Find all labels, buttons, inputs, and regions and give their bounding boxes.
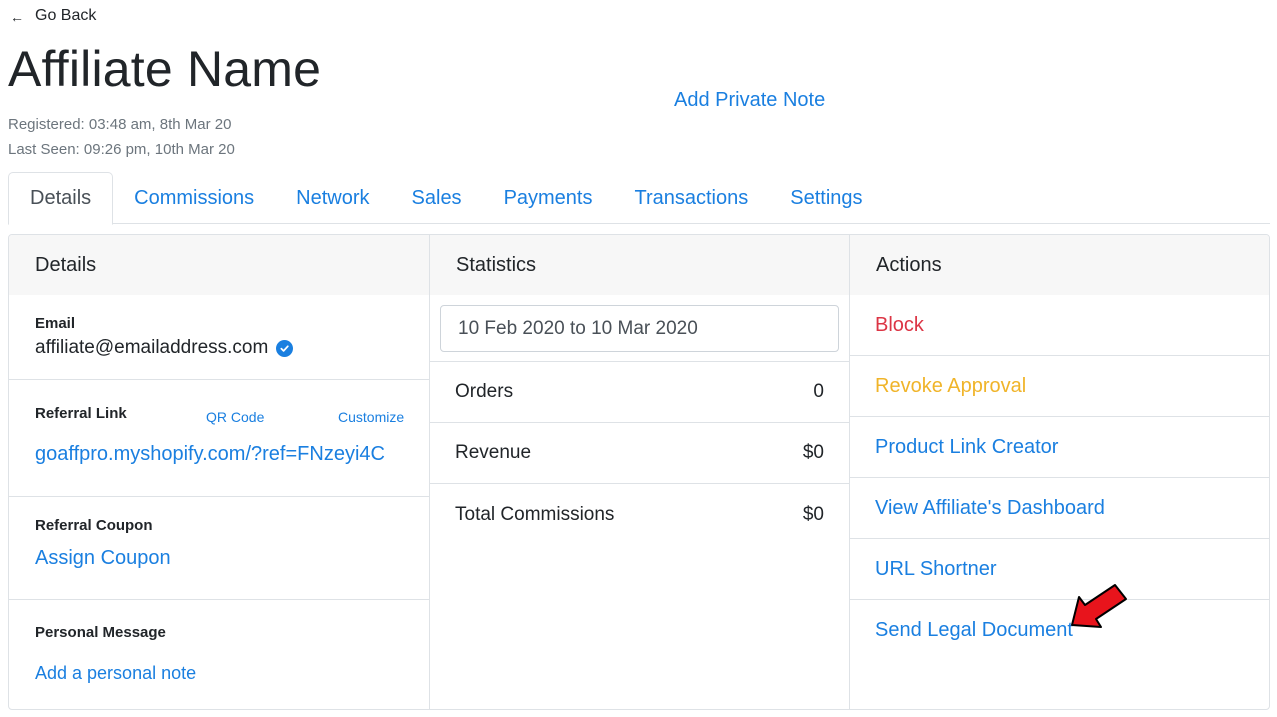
referral-link[interactable]: goaffpro.myshopify.com/?ref=FNzeyi4C	[35, 443, 429, 466]
tab-bar: Details Commissions Network Sales Paymen…	[8, 172, 1270, 225]
revoke-approval-action[interactable]: Revoke Approval	[850, 356, 1269, 417]
email-label: Email	[35, 315, 76, 332]
send-legal-document-action[interactable]: Send Legal Document	[850, 600, 1269, 661]
actions-panel-header: Actions	[850, 235, 1269, 295]
product-link-creator-action[interactable]: Product Link Creator	[850, 417, 1269, 478]
check-circle-icon	[276, 339, 294, 357]
stat-row-total-commissions: Total Commissions $0	[430, 484, 849, 545]
view-affiliate-dashboard-action[interactable]: View Affiliate's Dashboard	[850, 478, 1269, 539]
stat-label: Total Commissions	[455, 503, 615, 525]
registered-date: Registered: 03:48 am, 8th Mar 20	[8, 116, 232, 133]
last-seen-date: Last Seen: 09:26 pm, 10th Mar 20	[8, 141, 235, 158]
details-panel: Details Email affiliate@emailaddress.com…	[9, 235, 430, 709]
date-range-picker[interactable]: 10 Feb 2020 to 10 Mar 2020	[440, 305, 839, 352]
url-shortner-action[interactable]: URL Shortner	[850, 539, 1269, 600]
stat-label: Orders	[455, 381, 514, 402]
block-action[interactable]: Block	[850, 295, 1269, 356]
add-personal-note-link[interactable]: Add a personal note	[35, 663, 429, 684]
tab-commissions[interactable]: Commissions	[113, 172, 275, 224]
statistics-panel-header: Statistics	[430, 235, 849, 295]
personal-message-section: Personal Message Add a personal note	[9, 600, 429, 684]
email-section: Email affiliate@emailaddress.com	[9, 295, 429, 380]
tab-details[interactable]: Details	[8, 172, 114, 225]
tab-transactions[interactable]: Transactions	[614, 172, 770, 224]
email-value: affiliate@emailaddress.com	[35, 337, 269, 358]
stat-row-revenue: Revenue $0	[430, 423, 849, 484]
stat-label: Revenue	[455, 442, 532, 463]
details-panel-header: Details	[9, 235, 429, 295]
arrow-left-icon: ←	[10, 9, 24, 25]
tab-network[interactable]: Network	[275, 172, 390, 224]
go-back-link[interactable]: ← Go Back	[10, 7, 96, 25]
add-private-note-link[interactable]: Add Private Note	[674, 89, 825, 112]
referral-link-section: Referral Link QR Code Customize goaffpro…	[9, 380, 429, 497]
stat-value: $0	[802, 442, 824, 463]
statistics-panel: Statistics 10 Feb 2020 to 10 Mar 2020 Or…	[430, 235, 850, 709]
personal-message-label: Personal Message	[35, 624, 166, 641]
referral-coupon-label: Referral Coupon	[35, 517, 153, 534]
stat-value: $0	[802, 503, 824, 525]
stat-value: 0	[813, 381, 824, 402]
tab-settings[interactable]: Settings	[769, 172, 883, 224]
red-arrow-icon	[1071, 584, 1127, 628]
go-back-label: Go Back	[35, 7, 97, 24]
qr-code-link[interactable]: QR Code	[206, 409, 264, 425]
page-title: Affiliate Name	[8, 41, 322, 97]
tab-sales[interactable]: Sales	[391, 172, 483, 224]
referral-coupon-section: Referral Coupon Assign Coupon	[9, 497, 429, 600]
email-value-line: affiliate@emailaddress.com	[35, 337, 429, 359]
divider	[430, 352, 849, 362]
customize-link[interactable]: Customize	[338, 409, 404, 425]
stat-row-orders: Orders 0	[430, 362, 849, 423]
assign-coupon-link[interactable]: Assign Coupon	[35, 547, 429, 570]
panels-container: Details Email affiliate@emailaddress.com…	[8, 234, 1270, 710]
actions-panel: Actions Block Revoke Approval Product Li…	[850, 235, 1269, 709]
tab-payments[interactable]: Payments	[483, 172, 614, 224]
